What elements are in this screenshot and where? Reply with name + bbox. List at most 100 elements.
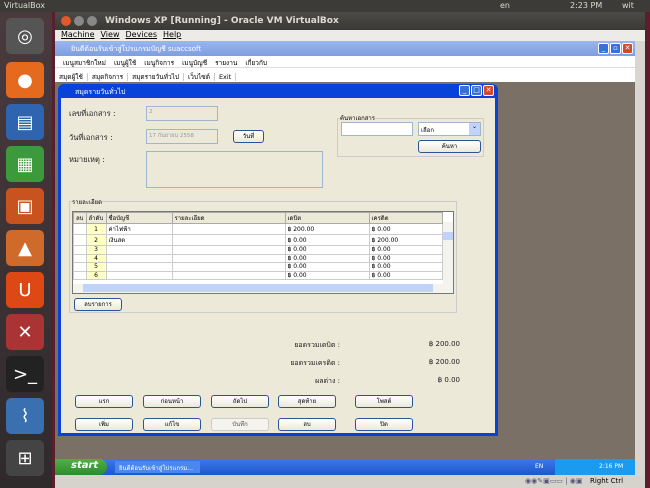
toolbar-button[interactable]: เว็บไซต์ xyxy=(184,73,215,81)
menu-item[interactable]: เมนูบัญชี xyxy=(182,59,207,67)
search-type-select[interactable]: เลือก ⌄ xyxy=(418,122,481,136)
search-button[interactable]: ค้นหา xyxy=(418,140,481,153)
delete-row-button[interactable]: ลบรายการ xyxy=(74,298,122,311)
menu-devices[interactable]: Devices xyxy=(125,30,157,39)
table-cell[interactable] xyxy=(73,234,87,246)
toolbar-button[interactable]: สมุดผู้ใช้ xyxy=(55,73,88,81)
col-order[interactable]: ลำดับ xyxy=(85,212,107,224)
system-monitor-icon[interactable]: ⌇ xyxy=(6,398,44,434)
table-cell[interactable] xyxy=(171,270,286,280)
restore-icon[interactable]: ▫ xyxy=(610,43,621,54)
table-cell[interactable]: ค่าไฟฟ้า xyxy=(105,223,173,235)
table-cell[interactable] xyxy=(73,245,87,255)
first-button[interactable]: แรก xyxy=(75,395,133,408)
table-cell[interactable]: 4 xyxy=(85,253,107,263)
table-row[interactable]: 2 เงินสด ฿ 0.00 ฿ 200.00 xyxy=(73,234,443,246)
menu-item[interactable]: เมนูกิจการ xyxy=(144,59,174,67)
table-row[interactable]: 5 ฿ 0.00 ฿ 0.00 xyxy=(73,262,443,272)
next-button[interactable]: ถัดไป xyxy=(211,395,269,408)
menu-machine[interactable]: Machine xyxy=(61,30,95,39)
col-description[interactable]: รายละเอียด xyxy=(171,212,286,224)
col-delete[interactable]: ลบ xyxy=(73,212,87,224)
device-status-icons[interactable]: ◉◉✎▣▭▭ | ◉▣ xyxy=(525,477,582,485)
table-cell[interactable]: ฿ 0.00 xyxy=(368,270,443,280)
date-button[interactable]: วันที่ xyxy=(233,130,264,143)
table-cell[interactable]: ฿ 0.00 xyxy=(368,262,443,272)
table-cell[interactable]: ฿ 0.00 xyxy=(284,262,370,272)
doc-date-field[interactable]: 17 กันยายน 2558 xyxy=(146,129,218,144)
table-cell[interactable]: 2 xyxy=(85,234,107,246)
close-button[interactable]: ปิด xyxy=(355,418,413,431)
menu-item[interactable]: รายงาน xyxy=(215,59,237,67)
previous-button[interactable]: ก่อนหน้า xyxy=(143,395,201,408)
menu-help[interactable]: Help xyxy=(163,30,181,39)
table-row[interactable]: 1 ค่าไฟฟ้า ฿ 200.00 ฿ 0.00 xyxy=(73,223,443,235)
note-field[interactable] xyxy=(146,151,323,188)
table-cell[interactable]: ฿ 0.00 xyxy=(368,253,443,263)
search-input[interactable] xyxy=(341,122,413,136)
table-cell[interactable]: ฿ 200.00 xyxy=(368,234,443,246)
table-cell[interactable]: ฿ 0.00 xyxy=(368,223,443,235)
software-center-icon[interactable]: ▲ xyxy=(6,230,44,266)
menu-item[interactable]: เมนูผู้ใช้ xyxy=(114,59,136,67)
last-button[interactable]: สุดท้าย xyxy=(278,395,336,408)
table-cell[interactable]: ฿ 0.00 xyxy=(284,245,370,255)
close-icon[interactable]: ✕ xyxy=(622,43,633,54)
toolbar-button[interactable]: สมุดกิจการ xyxy=(87,73,129,81)
table-row[interactable]: 6 ฿ 0.00 ฿ 0.00 xyxy=(73,270,443,280)
table-cell[interactable]: 1 xyxy=(85,223,107,235)
doc-no-field[interactable]: 2 xyxy=(146,106,218,121)
col-account[interactable]: ชื่อบัญชี xyxy=(105,212,173,224)
table-row[interactable]: 3 ฿ 0.00 ฿ 0.00 xyxy=(73,245,443,255)
table-cell[interactable] xyxy=(105,262,173,272)
chevron-down-icon[interactable]: ⌄ xyxy=(469,123,480,135)
table-cell[interactable] xyxy=(171,234,286,246)
table-cell[interactable] xyxy=(171,262,286,272)
exit-button[interactable]: Exit xyxy=(214,73,237,81)
table-cell[interactable]: ฿ 200.00 xyxy=(284,223,370,235)
keyboard-indicator[interactable]: en xyxy=(500,1,510,10)
close-icon[interactable]: ✕ xyxy=(483,85,494,96)
table-cell[interactable]: 3 xyxy=(85,245,107,255)
firefox-icon[interactable]: ● xyxy=(6,62,44,98)
table-cell[interactable]: ฿ 0.00 xyxy=(368,245,443,255)
menu-view[interactable]: View xyxy=(101,30,120,39)
table-cell[interactable]: 6 xyxy=(85,270,107,280)
delete-button[interactable]: ลบ xyxy=(278,418,336,431)
ubuntu-one-icon[interactable]: U xyxy=(6,272,44,308)
edit-button[interactable]: แก้ไข xyxy=(143,418,201,431)
clock[interactable]: 2:23 PM xyxy=(570,1,602,10)
vertical-scrollbar[interactable] xyxy=(443,222,453,285)
col-credit[interactable]: เครดิต xyxy=(368,212,443,224)
table-cell[interactable] xyxy=(73,253,87,263)
table-cell[interactable] xyxy=(105,245,173,255)
minimize-icon[interactable]: _ xyxy=(459,85,470,96)
scroll-thumb[interactable] xyxy=(443,232,453,240)
start-button[interactable]: start xyxy=(55,459,107,475)
table-cell[interactable] xyxy=(73,262,87,272)
scroll-thumb[interactable] xyxy=(83,284,433,292)
table-cell[interactable] xyxy=(171,245,286,255)
menu-item[interactable]: เกี่ยวกับ xyxy=(245,59,267,67)
toolbar-button[interactable]: สมุดรายวันทั่วไป xyxy=(128,73,185,81)
minimize-icon[interactable]: _ xyxy=(598,43,609,54)
impress-icon[interactable]: ▣ xyxy=(6,188,44,224)
table-cell[interactable]: ฿ 0.00 xyxy=(284,253,370,263)
terminal-icon[interactable]: >_ xyxy=(6,356,44,392)
menu-item[interactable]: เมนูสมาชิกใหม่ xyxy=(63,59,106,67)
table-cell[interactable] xyxy=(171,223,286,235)
table-cell[interactable] xyxy=(73,270,87,280)
col-debit[interactable]: เดบิต xyxy=(284,212,370,224)
table-cell[interactable]: 5 xyxy=(85,262,107,272)
minimize-icon[interactable] xyxy=(74,16,84,26)
table-cell[interactable]: เงินสด xyxy=(105,234,173,246)
maximize-icon[interactable] xyxy=(87,16,97,26)
table-cell[interactable] xyxy=(73,223,87,235)
calc-icon[interactable]: ▦ xyxy=(6,146,44,182)
maximize-icon[interactable]: □ xyxy=(471,85,482,96)
table-cell[interactable] xyxy=(105,270,173,280)
dash-icon[interactable]: ◎ xyxy=(6,18,44,54)
close-icon[interactable] xyxy=(61,16,71,26)
user-menu[interactable]: wit xyxy=(622,1,634,10)
table-cell[interactable] xyxy=(171,253,286,263)
